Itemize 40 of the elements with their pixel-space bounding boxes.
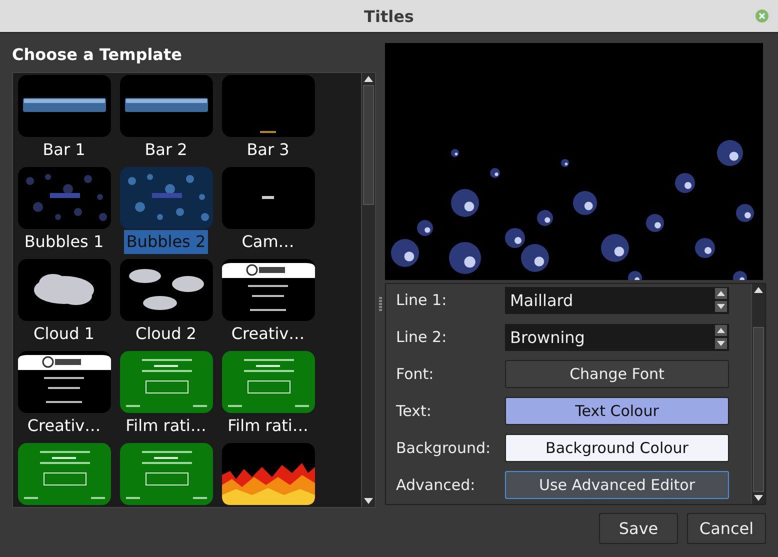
- template-label[interactable]: Cloud 1: [32, 322, 96, 346]
- spin-down-icon[interactable]: [715, 301, 727, 312]
- field-label: Background:: [396, 439, 492, 457]
- dialog-button[interactable]: Cancel: [687, 513, 766, 544]
- spin-up-icon[interactable]: [715, 325, 727, 336]
- template-label[interactable]: Creativ…: [229, 322, 307, 346]
- template-label[interactable]: Cloud 2: [134, 322, 198, 346]
- template-label[interactable]: Cam…: [240, 230, 296, 254]
- scrollbar[interactable]: [361, 73, 375, 507]
- field-label: Line 1:: [396, 291, 448, 309]
- scrollbar[interactable]: [751, 284, 765, 504]
- color-button[interactable]: Background Colour: [505, 434, 729, 462]
- field-label: Line 2:: [396, 328, 448, 346]
- window-title: Titles: [364, 6, 414, 26]
- field-label: Font:: [396, 365, 435, 383]
- text-field[interactable]: Browning: [505, 324, 729, 350]
- scroll-down-icon[interactable]: [754, 495, 763, 501]
- template-label[interactable]: Bubbles 1: [22, 230, 106, 254]
- template-label[interactable]: Bar 2: [142, 138, 190, 162]
- spin-up-icon[interactable]: [715, 288, 727, 299]
- action-button[interactable]: Use Advanced Editor: [505, 471, 729, 499]
- dialog-button[interactable]: Save: [599, 513, 678, 544]
- template-label[interactable]: Film rati…: [226, 414, 310, 438]
- template-label[interactable]: Creativ…: [25, 414, 103, 438]
- template-label[interactable]: Film rati…: [124, 414, 208, 438]
- color-button[interactable]: Text Colour: [505, 397, 729, 425]
- text-field[interactable]: Maillard: [505, 286, 729, 314]
- panel-heading: Choose a Template: [12, 44, 183, 66]
- splitter-handle-icon[interactable]: [379, 297, 382, 311]
- action-button[interactable]: Change Font: [505, 360, 729, 388]
- field-label: Advanced:: [396, 476, 476, 494]
- scroll-up-icon[interactable]: [364, 76, 373, 82]
- scroll-thumb[interactable]: [363, 85, 374, 205]
- scroll-up-icon[interactable]: [754, 287, 763, 293]
- template-label[interactable]: Bar 1: [40, 138, 88, 162]
- scroll-thumb[interactable]: [753, 327, 764, 492]
- spin-down-icon[interactable]: [715, 338, 727, 349]
- field-label: Text:: [396, 402, 432, 420]
- template-label[interactable]: Bar 3: [244, 138, 292, 162]
- scroll-down-icon[interactable]: [364, 498, 373, 504]
